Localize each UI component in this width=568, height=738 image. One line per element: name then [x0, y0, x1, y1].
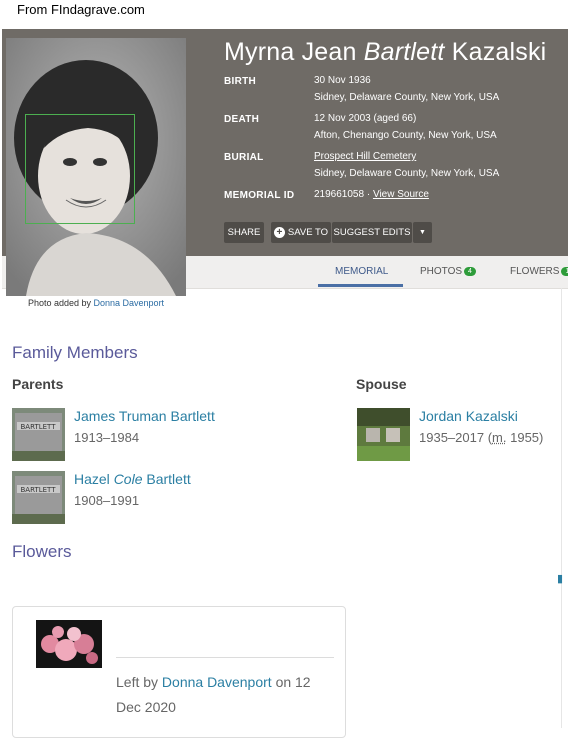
- save-to-label: SAVE TO: [287, 227, 329, 238]
- flower-left-by: Left by Donna Davenport on 12 Dec 2020: [116, 670, 336, 720]
- married-year: 1955: [510, 430, 540, 445]
- burial-cemetery-link[interactable]: Prospect Hill Cemetery: [314, 151, 416, 162]
- view-source-link[interactable]: View Source: [373, 189, 429, 200]
- burial-place: Sidney, Delaware County, New York, USA: [314, 168, 500, 179]
- more-options-button[interactable]: ▼: [413, 222, 432, 243]
- memorial-id-separator: ·: [364, 189, 373, 200]
- flower-image[interactable]: [36, 620, 102, 668]
- flowers-count-badge: 1: [561, 267, 568, 276]
- burial-value: Prospect Hill Cemetery Sidney, Delaware …: [314, 148, 499, 182]
- photo-author-link[interactable]: Donna Davenport: [94, 298, 165, 308]
- left-by-on: on 12: [275, 674, 311, 690]
- caret-down-icon: ▼: [419, 229, 426, 236]
- memorial-id-value: 219661058 · View Source: [314, 186, 429, 203]
- suggest-edits-label: SUGGEST EDITS: [333, 227, 411, 238]
- tab-memorial[interactable]: MEMORIAL: [335, 266, 388, 277]
- spouse-heading: Spouse: [356, 376, 407, 392]
- source-label: From FIndagrave.com: [17, 2, 145, 17]
- hazel-last: Bartlett: [146, 471, 191, 487]
- left-by-author-link[interactable]: Donna Davenport: [162, 674, 272, 690]
- parent-link-hazel[interactable]: Hazel Cole Bartlett: [74, 471, 191, 487]
- birth-label: BIRTH: [224, 76, 257, 87]
- name-first: Myrna Jean: [224, 38, 357, 66]
- hazel-middle: Cole: [113, 471, 143, 487]
- tab-photos-label: PHOTOS: [420, 266, 463, 277]
- left-by-prefix: Left by: [116, 674, 159, 690]
- family-members-heading: Family Members: [12, 343, 138, 362]
- memorial-id-label: MEMORIAL ID: [224, 190, 295, 201]
- plus-circle-icon: +: [273, 227, 285, 238]
- photos-count-badge: 4: [464, 267, 476, 276]
- tab-flowers[interactable]: FLOWERS 1: [510, 266, 568, 277]
- burial-label: BURIAL: [224, 152, 264, 163]
- memorial-id: 219661058: [314, 189, 365, 200]
- flowers-heading: Flowers: [12, 542, 72, 561]
- death-label: DEATH: [224, 114, 260, 125]
- active-tab-indicator: [318, 284, 403, 287]
- share-button[interactable]: SHARE: [224, 222, 264, 243]
- birth-date: 30 Nov 1936: [314, 75, 371, 86]
- death-place: Afton, Chenango County, New York, USA: [314, 130, 497, 141]
- photo-caption-prefix: Photo added by: [27, 298, 91, 308]
- parent-link-james[interactable]: James Truman Bartlett: [74, 408, 215, 424]
- spouse-headstone-thumbnail[interactable]: [357, 408, 410, 461]
- hazel-first: Hazel: [74, 471, 110, 487]
- face-highlight-box: [25, 114, 135, 224]
- name-last: Kazalski: [451, 38, 547, 66]
- memorial-name: Myrna Jean Bartlett Kazalski: [224, 38, 546, 67]
- spouse-link[interactable]: Jordan Kazalski: [419, 408, 518, 424]
- birth-value: 30 Nov 1936 Sidney, Delaware County, New…: [314, 72, 499, 106]
- death-value: 12 Nov 2003 (aged 66) Afton, Chenango Co…: [314, 110, 497, 144]
- tab-photos[interactable]: PHOTOS 4: [420, 266, 476, 277]
- spouse-dates: 1935–2017 (m. 1955): [419, 430, 544, 445]
- share-label: SHARE: [227, 227, 261, 238]
- save-to-button[interactable]: + SAVE TO: [271, 222, 331, 243]
- svg-text:BARTLETT: BARTLETT: [21, 486, 57, 494]
- photo-caption: Photo added by Donna Davenport: [0, 298, 192, 308]
- left-by-date: Dec 2020: [116, 699, 176, 715]
- suggest-edits-button[interactable]: SUGGEST EDITS: [332, 222, 412, 243]
- tab-flowers-label: FLOWERS: [510, 266, 560, 277]
- parent-headstone-thumbnail[interactable]: BARTLETT: [12, 471, 65, 524]
- svg-text:BARTLETT: BARTLETT: [21, 423, 57, 431]
- parent-headstone-thumbnail[interactable]: BARTLETT: [12, 408, 65, 461]
- parent-dates-james: 1913–1984: [74, 430, 140, 445]
- memorial-photo[interactable]: [6, 38, 186, 296]
- parent-dates-hazel: 1908–1991: [74, 493, 140, 508]
- flower-divider: [116, 657, 334, 658]
- death-date: 12 Nov 2003 (aged 66): [314, 113, 417, 124]
- name-maiden: Bartlett: [363, 38, 445, 66]
- birth-place: Sidney, Delaware County, New York, USA: [314, 92, 500, 103]
- spouse-dates-years: 1935–2017: [419, 430, 485, 445]
- married-abbr: m.: [492, 430, 507, 445]
- cut-off-link-glyph: ▮: [557, 573, 564, 585]
- parents-heading: Parents: [12, 376, 64, 392]
- content-border: [561, 288, 562, 728]
